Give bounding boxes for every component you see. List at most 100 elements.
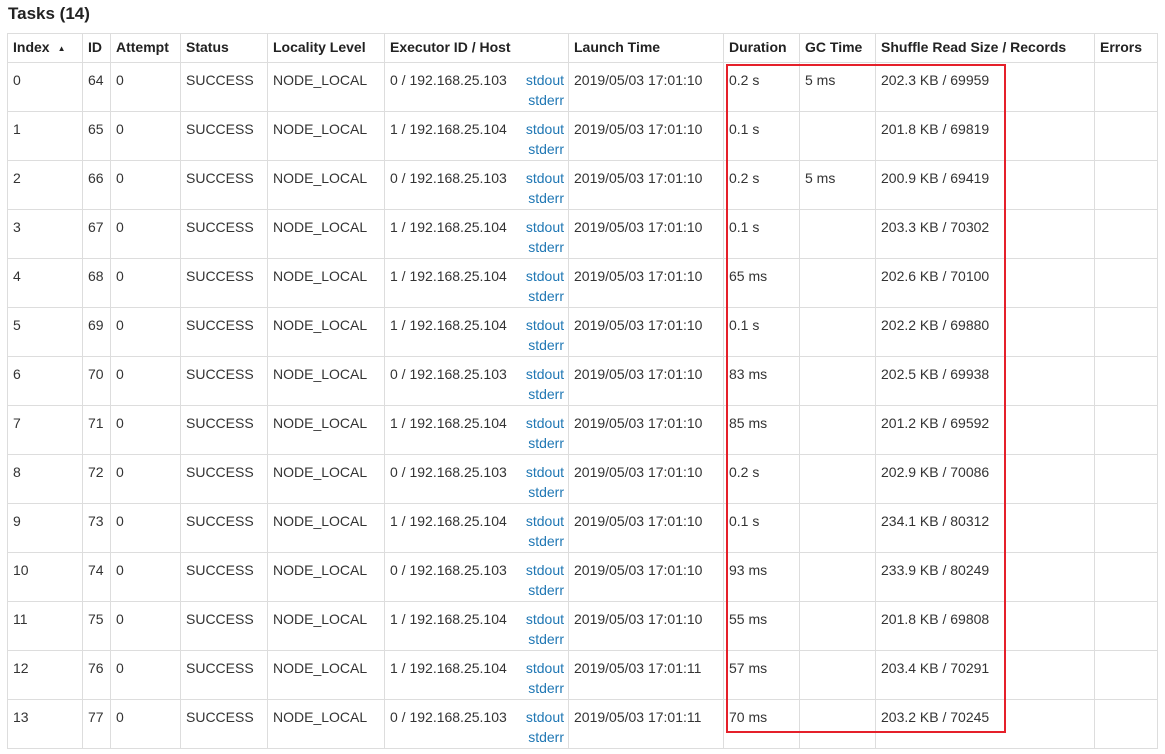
stderr-link[interactable]: stderr bbox=[526, 433, 564, 453]
executor-cell: 0 / 192.168.25.103 stdout stderr bbox=[384, 62, 569, 112]
stderr-link[interactable]: stderr bbox=[526, 286, 564, 306]
index-cell: 0 bbox=[7, 62, 83, 112]
executor-host-text: 0 / 192.168.25.103 bbox=[390, 709, 507, 725]
id-cell: 64 bbox=[82, 62, 111, 112]
stdout-link[interactable]: stdout bbox=[526, 658, 564, 678]
stdout-link[interactable]: stdout bbox=[526, 315, 564, 335]
shuffle-read-cell: 201.8 KB / 69819 bbox=[875, 111, 1095, 161]
stdout-link[interactable]: stdout bbox=[526, 217, 564, 237]
locality-cell: NODE_LOCAL bbox=[267, 454, 385, 504]
attempt-cell: 0 bbox=[110, 650, 181, 700]
duration-cell: 93 ms bbox=[723, 552, 800, 602]
stdout-link[interactable]: stdout bbox=[526, 119, 564, 139]
attempt-cell: 0 bbox=[110, 552, 181, 602]
gc-time-cell bbox=[799, 699, 876, 749]
index-cell: 11 bbox=[7, 601, 83, 651]
column-header-locality-level[interactable]: Locality Level bbox=[267, 33, 385, 63]
column-header-index[interactable]: Index ▲ bbox=[7, 33, 83, 63]
duration-cell: 0.2 s bbox=[723, 454, 800, 504]
stdout-link[interactable]: stdout bbox=[526, 462, 564, 482]
errors-cell bbox=[1094, 356, 1158, 406]
errors-cell bbox=[1094, 258, 1158, 308]
stderr-link[interactable]: stderr bbox=[526, 629, 564, 649]
stdout-link[interactable]: stdout bbox=[526, 364, 564, 384]
shuffle-read-cell: 202.5 KB / 69938 bbox=[875, 356, 1095, 406]
launch-time-cell: 2019/05/03 17:01:10 bbox=[568, 307, 724, 357]
table-row: 7 71 0 SUCCESS NODE_LOCAL 1 / 192.168.25.104 s… bbox=[7, 405, 1158, 455]
id-cell: 70 bbox=[82, 356, 111, 406]
errors-cell bbox=[1094, 111, 1158, 161]
stdout-link[interactable]: stdout bbox=[526, 511, 564, 531]
shuffle-read-cell: 233.9 KB / 80249 bbox=[875, 552, 1095, 602]
executor-cell: 0 / 192.168.25.103 stdout stderr bbox=[384, 552, 569, 602]
duration-cell: 65 ms bbox=[723, 258, 800, 308]
log-links: stdout stderr bbox=[526, 511, 564, 551]
stderr-link[interactable]: stderr bbox=[526, 727, 564, 747]
column-header-errors[interactable]: Errors bbox=[1094, 33, 1158, 63]
executor-cell: 1 / 192.168.25.104 stdout stderr bbox=[384, 601, 569, 651]
index-cell: 8 bbox=[7, 454, 83, 504]
stderr-link[interactable]: stderr bbox=[526, 531, 564, 551]
errors-cell bbox=[1094, 209, 1158, 259]
stdout-link[interactable]: stdout bbox=[526, 707, 564, 727]
errors-cell bbox=[1094, 552, 1158, 602]
id-cell: 69 bbox=[82, 307, 111, 357]
shuffle-read-cell: 202.2 KB / 69880 bbox=[875, 307, 1095, 357]
id-cell: 75 bbox=[82, 601, 111, 651]
table-row: 11 75 0 SUCCESS NODE_LOCAL 1 / 192.168.25.104… bbox=[7, 601, 1158, 651]
locality-cell: NODE_LOCAL bbox=[267, 601, 385, 651]
stderr-link[interactable]: stderr bbox=[526, 90, 564, 110]
stdout-link[interactable]: stdout bbox=[526, 609, 564, 629]
table-header-row: Index ▲ ID Attempt Status Locality Level … bbox=[7, 33, 1158, 63]
gc-time-cell: 5 ms bbox=[799, 160, 876, 210]
attempt-cell: 0 bbox=[110, 356, 181, 406]
table-row: 9 73 0 SUCCESS NODE_LOCAL 1 / 192.168.25.104 s… bbox=[7, 503, 1158, 553]
column-header-shuffle-read[interactable]: Shuffle Read Size / Records bbox=[875, 33, 1095, 63]
id-cell: 65 bbox=[82, 111, 111, 161]
stderr-link[interactable]: stderr bbox=[526, 678, 564, 698]
column-header-attempt[interactable]: Attempt bbox=[110, 33, 181, 63]
stdout-link[interactable]: stdout bbox=[526, 266, 564, 286]
stdout-link[interactable]: stdout bbox=[526, 70, 564, 90]
executor-cell: 1 / 192.168.25.104 stdout stderr bbox=[384, 209, 569, 259]
stderr-link[interactable]: stderr bbox=[526, 482, 564, 502]
gc-time-cell: 5 ms bbox=[799, 62, 876, 112]
index-cell: 12 bbox=[7, 650, 83, 700]
stdout-link[interactable]: stdout bbox=[526, 168, 564, 188]
column-header-launch-time[interactable]: Launch Time bbox=[568, 33, 724, 63]
column-header-executor-host[interactable]: Executor ID / Host bbox=[384, 33, 569, 63]
duration-cell: 0.1 s bbox=[723, 209, 800, 259]
attempt-cell: 0 bbox=[110, 62, 181, 112]
attempt-cell: 0 bbox=[110, 307, 181, 357]
executor-host-text: 0 / 192.168.25.103 bbox=[390, 562, 507, 578]
stdout-link[interactable]: stdout bbox=[526, 560, 564, 580]
status-cell: SUCCESS bbox=[180, 601, 268, 651]
stdout-link[interactable]: stdout bbox=[526, 413, 564, 433]
log-links: stdout stderr bbox=[526, 119, 564, 159]
stderr-link[interactable]: stderr bbox=[526, 237, 564, 257]
log-links: stdout stderr bbox=[526, 315, 564, 355]
executor-host-text: 0 / 192.168.25.103 bbox=[390, 366, 507, 382]
log-links: stdout stderr bbox=[526, 413, 564, 453]
column-header-status[interactable]: Status bbox=[180, 33, 268, 63]
stderr-link[interactable]: stderr bbox=[526, 139, 564, 159]
stderr-link[interactable]: stderr bbox=[526, 335, 564, 355]
id-cell: 72 bbox=[82, 454, 111, 504]
column-header-duration[interactable]: Duration bbox=[723, 33, 800, 63]
duration-cell: 85 ms bbox=[723, 405, 800, 455]
launch-time-cell: 2019/05/03 17:01:10 bbox=[568, 601, 724, 651]
id-cell: 73 bbox=[82, 503, 111, 553]
launch-time-cell: 2019/05/03 17:01:10 bbox=[568, 405, 724, 455]
gc-time-cell bbox=[799, 650, 876, 700]
column-header-id[interactable]: ID bbox=[82, 33, 111, 63]
column-header-gc-time[interactable]: GC Time bbox=[799, 33, 876, 63]
gc-time-cell bbox=[799, 601, 876, 651]
executor-host-text: 1 / 192.168.25.104 bbox=[390, 660, 507, 676]
errors-cell bbox=[1094, 405, 1158, 455]
status-cell: SUCCESS bbox=[180, 405, 268, 455]
gc-time-cell bbox=[799, 258, 876, 308]
table-row: 1 65 0 SUCCESS NODE_LOCAL 1 / 192.168.25.104 s… bbox=[7, 111, 1158, 161]
stderr-link[interactable]: stderr bbox=[526, 188, 564, 208]
stderr-link[interactable]: stderr bbox=[526, 384, 564, 404]
stderr-link[interactable]: stderr bbox=[526, 580, 564, 600]
